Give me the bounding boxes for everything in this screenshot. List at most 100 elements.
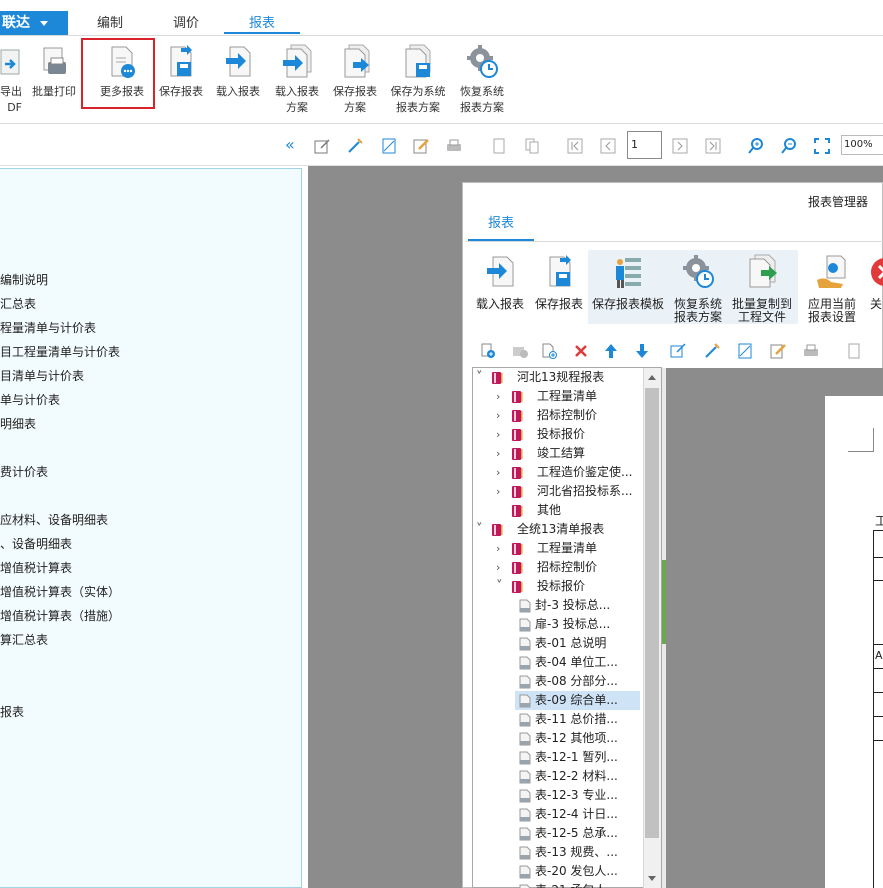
list-item[interactable]: 目工程量清单与计价表 <box>0 342 120 362</box>
list-item[interactable]: 明细表 <box>0 414 36 434</box>
list-item[interactable]: 程量清单与计价表 <box>0 318 96 338</box>
tree-report-item[interactable]: 表-12-3 专业... <box>515 786 640 805</box>
chevron-down-icon[interactable]: ˅ <box>496 577 508 596</box>
tree-report-item[interactable]: 表-12-5 总承... <box>515 824 640 843</box>
tree-folder-item[interactable]: › 工程量清单 <box>495 539 640 558</box>
chevron-right-icon[interactable]: › <box>496 463 508 482</box>
fit-page-icon[interactable] <box>813 137 831 155</box>
tree-folder-item[interactable]: › 工程造价鉴定使... <box>495 463 640 482</box>
export-pdf-button[interactable]: 导出 DF <box>0 36 22 122</box>
list-item[interactable]: 费计价表 <box>0 462 48 482</box>
multi-page-icon[interactable] <box>523 137 541 155</box>
page-number-input[interactable]: 1 <box>627 131 662 159</box>
tree-report-item[interactable]: 表-12 其他项... <box>515 729 640 748</box>
tab-reports[interactable]: 报表 <box>224 14 300 34</box>
tree-report-item[interactable]: 表-12-1 暂列... <box>515 748 640 767</box>
restore-system-scheme-button[interactable]: 恢复系统 报表方案 <box>452 36 512 122</box>
scroll-up-icon[interactable] <box>645 371 659 383</box>
list-item[interactable]: 增值税计算表（措施） <box>0 606 120 626</box>
load-report-scheme-button[interactable]: 载入报表 方案 <box>268 36 326 122</box>
save-report-scheme-button[interactable]: 保存报表 方案 <box>326 36 384 122</box>
tree-report-item[interactable]: 表-08 分部分... <box>515 672 640 691</box>
scroll-down-icon[interactable] <box>645 873 659 885</box>
chevron-right-icon[interactable]: › <box>496 558 508 577</box>
design-icon[interactable] <box>704 343 720 359</box>
list-item[interactable]: 编制说明 <box>0 270 48 290</box>
print-icon[interactable] <box>445 137 463 155</box>
save-as-system-scheme-button[interactable]: 保存为系统 报表方案 <box>386 36 450 122</box>
format-icon[interactable] <box>770 343 786 359</box>
move-down-icon[interactable] <box>634 343 650 359</box>
tree-folder-item[interactable]: 其他 <box>495 501 640 520</box>
list-item[interactable]: 增值税计算表 <box>0 558 72 578</box>
print-icon[interactable] <box>803 343 819 359</box>
add-report-icon[interactable] <box>541 343 557 359</box>
format-icon[interactable] <box>412 137 430 155</box>
zoom-out-icon[interactable] <box>780 137 798 155</box>
batch-copy-button[interactable]: 批量复制到 工程文件 <box>729 250 795 324</box>
design-icon[interactable] <box>346 137 364 155</box>
tree-report-item[interactable]: 表-12-4 计日... <box>515 805 640 824</box>
move-up-icon[interactable] <box>603 343 619 359</box>
apply-current-settings-button[interactable]: 应用当前 报表设置 <box>803 250 861 324</box>
delete-icon[interactable] <box>573 343 589 359</box>
tree-report-item[interactable]: 表-04 单位工... <box>515 653 640 672</box>
list-item[interactable]: 目清单与计价表 <box>0 366 84 386</box>
list-item[interactable]: 算汇总表 <box>0 630 48 650</box>
list-item[interactable]: 汇总表 <box>0 294 36 314</box>
tree-report-item[interactable]: 表-09 综合单... <box>515 691 640 710</box>
save-report-template-button[interactable]: 保存报表模板 <box>589 250 667 324</box>
chevron-right-icon[interactable]: › <box>496 425 508 444</box>
edit-icon[interactable] <box>670 343 686 359</box>
tree-report-item[interactable]: 表-13 规费、... <box>515 843 640 862</box>
batch-print-button[interactable]: 批量打印 <box>27 36 81 122</box>
chevron-right-icon[interactable]: › <box>496 406 508 425</box>
edit-icon[interactable] <box>313 137 331 155</box>
tab-edit[interactable]: 编制 <box>86 14 134 34</box>
tree-report-item[interactable]: 表-11 总价措... <box>515 710 640 729</box>
tree-folder-item[interactable]: › 河北省招投标系... <box>495 482 640 501</box>
tree-report-item[interactable]: 表-20 发包人... <box>515 862 640 881</box>
restore-system-scheme-button-dialog[interactable]: 恢复系统 报表方案 <box>669 250 727 324</box>
tree-report-item[interactable]: 表-01 总说明 <box>515 634 640 653</box>
tree-folder-item[interactable]: › 招标控制价 <box>495 406 640 425</box>
chevron-right-icon[interactable]: › <box>496 482 508 501</box>
save-report-button[interactable]: 保存报表 <box>153 36 209 122</box>
last-page-icon[interactable] <box>704 137 722 155</box>
new-report-icon[interactable] <box>480 343 496 359</box>
list-item[interactable]: 增值税计算表（实体） <box>0 582 120 602</box>
dialog-load-report-button[interactable]: 载入报表 <box>472 250 528 324</box>
tree-report-item[interactable]: 表-12-2 材料... <box>515 767 640 786</box>
close-dialog-button[interactable]: 关 <box>866 250 883 324</box>
chevron-right-icon[interactable]: › <box>496 444 508 463</box>
load-report-button[interactable]: 载入报表 <box>211 36 265 122</box>
list-item[interactable]: 应材料、设备明细表 <box>0 510 108 530</box>
tree-folder-item[interactable]: ˅ 全统13清单报表 <box>475 520 640 539</box>
tree-scrollbar-thumb[interactable] <box>645 388 659 838</box>
tree-folder-item[interactable]: › 工程量清单 <box>495 387 640 406</box>
next-page-icon[interactable] <box>671 137 689 155</box>
page-setup-icon[interactable] <box>737 343 753 359</box>
tree-folder-item[interactable]: › 竣工结算 <box>495 444 640 463</box>
first-page-icon[interactable] <box>566 137 584 155</box>
tree-folder-item[interactable]: › 招标控制价 <box>495 558 640 577</box>
list-item[interactable]: 报表 <box>0 702 24 722</box>
single-page-icon[interactable] <box>490 137 508 155</box>
tab-price-adjust[interactable]: 调价 <box>162 14 210 34</box>
chevron-right-icon[interactable]: › <box>496 387 508 406</box>
collapse-left-icon[interactable]: « <box>285 137 301 153</box>
dialog-tab-reports[interactable]: 报表 <box>468 213 534 241</box>
single-page-icon[interactable] <box>846 343 862 359</box>
list-item[interactable]: 单与计价表 <box>0 390 60 410</box>
new-folder-icon[interactable] <box>512 343 528 359</box>
brand-menu-button[interactable]: 联达 <box>0 11 68 35</box>
prev-page-icon[interactable] <box>599 137 617 155</box>
list-item[interactable]: 、设备明细表 <box>0 534 72 554</box>
chevron-down-icon[interactable]: ˅ <box>476 520 488 539</box>
tree-report-item[interactable]: 封-3 投标总... <box>515 596 640 615</box>
zoom-in-icon[interactable] <box>747 137 765 155</box>
page-setup-icon[interactable] <box>380 137 398 155</box>
zoom-select[interactable]: 100% <box>841 135 883 155</box>
dialog-save-report-button[interactable]: 保存报表 <box>531 250 587 324</box>
tree-report-item[interactable]: 表-21 承包人... <box>515 881 640 888</box>
